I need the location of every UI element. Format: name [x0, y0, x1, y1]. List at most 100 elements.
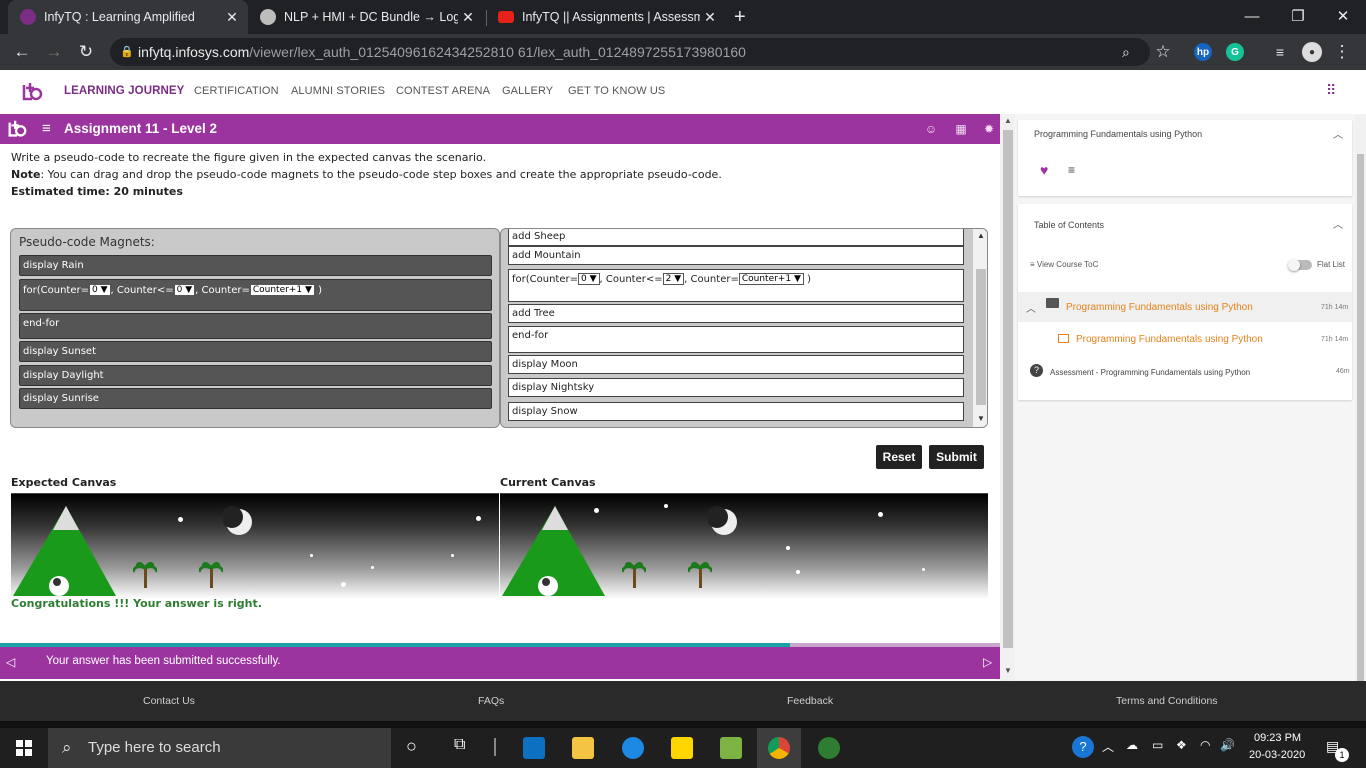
help-icon[interactable]: ?	[1072, 736, 1094, 758]
steps-scrollbar[interactable]: ▲ ▼	[973, 229, 987, 427]
reload-icon[interactable]: ↻	[74, 40, 98, 64]
zoom-icon[interactable]: ⌕	[1122, 38, 1130, 66]
close-window-button[interactable]: ✕	[1320, 0, 1366, 32]
apps-grid-icon[interactable]: ⠿	[1326, 82, 1336, 99]
toast-next-icon[interactable]: ▷	[983, 655, 992, 669]
clock-date[interactable]: 20-03-2020	[1249, 749, 1305, 761]
view-toc-link[interactable]: ≡ View Course ToC	[1030, 260, 1098, 269]
clock-time[interactable]: 09:23 PM	[1254, 732, 1301, 744]
atom-icon[interactable]	[818, 737, 840, 759]
vscode-icon[interactable]	[523, 737, 545, 759]
browser-tab-youtube[interactable]: InfyTQ || Assignments | Assessme ✕	[486, 0, 726, 34]
heart-icon[interactable]: ♥	[1040, 162, 1048, 178]
toc-item-assessment[interactable]: ? Assessment - Programming Fundamentals …	[1018, 358, 1352, 384]
counter-limit-select[interactable]: 2 ▼	[662, 273, 685, 285]
magnet-display-daylight[interactable]: display Daylight	[19, 365, 492, 386]
tray-chevron-icon[interactable]: ︿	[1102, 738, 1114, 755]
step-end-for[interactable]: end-for	[508, 326, 964, 353]
footer-contact-us[interactable]: Contact Us	[143, 695, 195, 707]
task-view-icon[interactable]: ⧉	[454, 736, 465, 754]
scroll-thumb[interactable]	[1357, 154, 1364, 714]
browser-tab-nlp[interactable]: NLP + HMI + DC Bundle → Logic ✕	[248, 0, 484, 34]
scroll-down-icon[interactable]: ▼	[977, 414, 985, 423]
main-scrollbar[interactable]: ▲ ▼	[1000, 114, 1015, 681]
scroll-down-icon[interactable]: ▼	[1004, 666, 1012, 675]
toc-item-resource[interactable]: Programming Fundamentals using Python 71…	[1018, 326, 1352, 352]
magnet-end-for[interactable]: end-for	[19, 313, 492, 339]
counter-start-select[interactable]: 0 ▼	[578, 273, 600, 285]
submit-button[interactable]: Submit	[929, 445, 984, 469]
counter-increment-select[interactable]: Counter+1 ▼	[738, 273, 804, 285]
magnet-display-sunset[interactable]: display Sunset	[19, 341, 492, 362]
smiley-feedback-icon[interactable]: ☺	[924, 122, 938, 136]
forward-arrow-icon[interactable]: →	[42, 40, 66, 64]
chevron-up-icon[interactable]: ︿	[1026, 300, 1036, 315]
browser-menu-icon[interactable]: ⋮	[1330, 40, 1354, 64]
file-explorer-icon[interactable]	[572, 737, 594, 759]
close-tab-icon[interactable]: ✕	[458, 9, 478, 26]
step-display-snow[interactable]: display Snow	[508, 402, 964, 421]
browser-tab-infytq[interactable]: InfyTQ : Learning Amplified ✕	[8, 0, 248, 34]
chevron-up-icon[interactable]: ︿	[1333, 126, 1343, 141]
edge-icon[interactable]	[622, 737, 644, 759]
reset-button[interactable]: Reset	[876, 445, 922, 469]
wifi-icon[interactable]: ◠	[1200, 738, 1210, 752]
onedrive-icon[interactable]: ☁	[1126, 738, 1138, 752]
windows-start-icon[interactable]	[16, 740, 32, 756]
close-tab-icon[interactable]: ✕	[222, 9, 242, 26]
profile-avatar[interactable]: ●	[1302, 42, 1322, 62]
step-add-tree[interactable]: add Tree	[508, 304, 964, 323]
volume-icon[interactable]: 🔊	[1220, 738, 1235, 752]
minimize-button[interactable]: —	[1229, 0, 1275, 32]
back-arrow-icon[interactable]: ←	[10, 40, 34, 64]
chevron-up-icon[interactable]: ︿	[1333, 216, 1343, 231]
scroll-thumb[interactable]	[976, 269, 986, 405]
step-for-loop[interactable]: for(Counter= 0 ▼, Counter<= 2 ▼, Counter= C…	[508, 269, 964, 302]
counter-increment-select[interactable]: Counter+1 ▼	[249, 284, 315, 296]
step-display-nightsky[interactable]: display Nightsky	[508, 378, 964, 397]
footer-faqs[interactable]: FAQs	[478, 695, 504, 707]
nav-learning-journey[interactable]: LEARNING JOURNEY	[64, 85, 184, 97]
nav-get-to-know-us[interactable]: GET TO KNOW US	[568, 85, 665, 97]
dropbox-icon[interactable]: ❖	[1176, 738, 1187, 752]
footer-terms[interactable]: Terms and Conditions	[1116, 695, 1218, 707]
step-add-mountain[interactable]: add Mountain	[508, 246, 964, 265]
calendar-icon[interactable]: ▦	[954, 122, 968, 136]
menu-hamburger-icon[interactable]: ≡	[42, 120, 51, 137]
restore-button[interactable]: ❐	[1275, 0, 1321, 32]
nav-gallery[interactable]: GALLERY	[502, 85, 553, 97]
settings-gear-icon[interactable]: ✹	[982, 122, 996, 136]
magnet-display-rain[interactable]: display Rain	[19, 255, 492, 276]
magnet-display-sunrise[interactable]: display Sunrise	[19, 388, 492, 409]
toc-item-module[interactable]: ︿ Programming Fundamentals using Python …	[1018, 292, 1352, 322]
new-tab-button[interactable]: +	[734, 0, 764, 34]
playlist-icon[interactable]: ≡	[1068, 163, 1075, 177]
step-add-sheep[interactable]: add Sheep	[508, 229, 964, 246]
counter-start-select[interactable]: 0 ▼	[89, 284, 111, 296]
counter-limit-select[interactable]: 0 ▼	[173, 284, 196, 296]
chrome-taskbar-active[interactable]	[757, 728, 801, 768]
sticky-notes-icon[interactable]	[671, 737, 693, 759]
scroll-up-icon[interactable]: ▲	[1004, 116, 1012, 125]
battery-icon[interactable]: ▭	[1152, 738, 1163, 752]
toast-prev-icon[interactable]: ◁	[6, 655, 15, 669]
scroll-thumb[interactable]	[1003, 130, 1013, 648]
nav-alumni-stories[interactable]: ALUMNI STORIES	[291, 85, 385, 97]
nav-contest-arena[interactable]: CONTEST ARENA	[396, 85, 490, 97]
cortana-icon[interactable]: ○	[406, 736, 417, 757]
infytq-logo-icon[interactable]	[20, 80, 44, 104]
address-bar[interactable]: 🔒 infytq.infosys.com/viewer/lex_auth_012…	[110, 38, 1150, 66]
footer-feedback[interactable]: Feedback	[787, 695, 833, 707]
notepad-icon[interactable]	[720, 737, 742, 759]
hp-extension-icon[interactable]: hp	[1194, 43, 1212, 61]
media-control-icon[interactable]: ≡	[1268, 40, 1292, 64]
page-scrollbar[interactable]	[1355, 114, 1366, 714]
taskbar-search-input[interactable]: ⌕ Type here to search	[48, 728, 391, 768]
nav-certification[interactable]: CERTIFICATION	[194, 85, 279, 97]
magnet-for-loop[interactable]: for(Counter= 0 ▼, Counter<= 0 ▼, Counter= C…	[19, 279, 492, 311]
scroll-up-icon[interactable]: ▲	[977, 231, 985, 240]
close-tab-icon[interactable]: ✕	[700, 9, 720, 26]
step-display-moon[interactable]: display Moon	[508, 355, 964, 374]
grammarly-extension-icon[interactable]: G	[1226, 43, 1244, 61]
flat-list-toggle[interactable]	[1288, 259, 1312, 271]
